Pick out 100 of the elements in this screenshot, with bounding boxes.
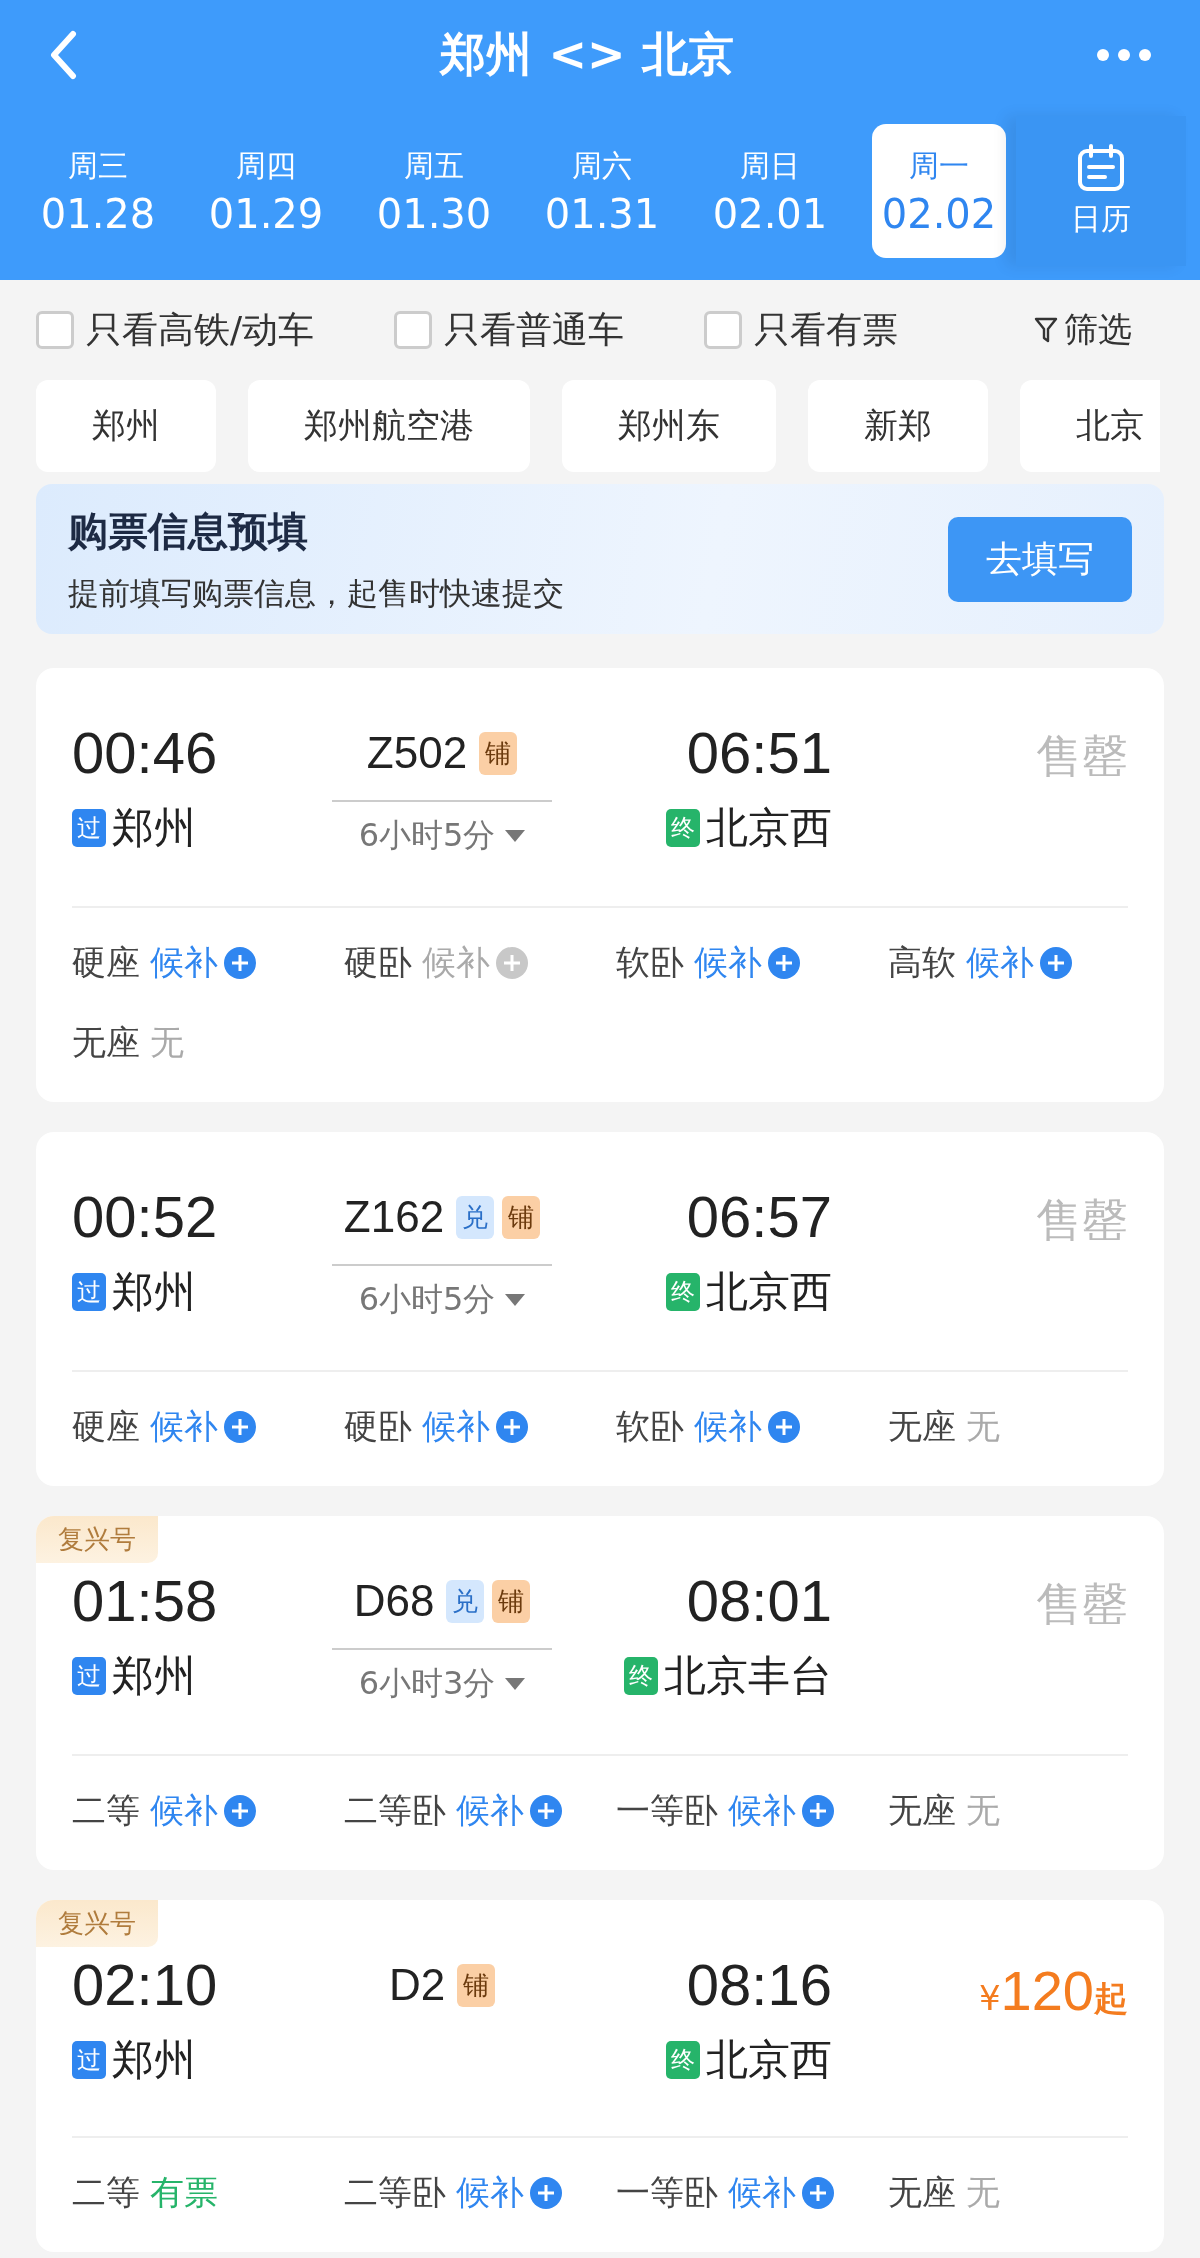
train-tag: 铺 — [457, 1963, 496, 2007]
train-card[interactable]: 复兴号 01:58 过 郑州 D68 兑 铺 6小时3分 08:01 终 北京丰台 售罄 二等 候补 二等卧 候补 一等卧 候补 无座 无 — [36, 1516, 1164, 1870]
departure-time: 00:46 — [72, 719, 219, 787]
seat-class: 软卧 — [616, 941, 684, 984]
filter-checkbox[interactable]: 只看有票 — [704, 305, 899, 355]
station-chip[interactable]: 北京 — [1020, 380, 1160, 472]
seat-class: 一等卧 — [616, 1789, 718, 1832]
train-tag: 兑 — [456, 1195, 495, 1239]
departure-station: 郑州 — [112, 1265, 196, 1318]
sold-out-text: 售罄 — [1036, 728, 1128, 785]
departure-time: 02:10 — [72, 1951, 219, 2019]
seat-class: 高软 — [888, 941, 956, 984]
train-tag: 铺 — [479, 731, 518, 775]
seat-class: 硬座 — [72, 1405, 140, 1448]
departure-station: 郑州 — [112, 801, 196, 854]
station-chip[interactable]: 郑州东 — [562, 380, 776, 472]
station-chip[interactable]: 郑州航空港 — [248, 380, 530, 472]
seat-class: 二等 — [72, 1789, 140, 1832]
train-card[interactable]: 00:46 过 郑州 Z502 铺 6小时5分 06:51 终 北京西 售罄 硬座 候补 硬卧 候补 软卧 候补 高软 候补 无座 无 — [36, 668, 1164, 1102]
checkbox[interactable] — [704, 311, 743, 349]
seat-status: 候补 — [694, 941, 762, 984]
more-icon[interactable] — [1096, 48, 1152, 62]
seat-status: 候补 — [150, 1405, 218, 1448]
seat-class: 无座 — [888, 1405, 956, 1448]
station-badge: 终 — [666, 808, 700, 847]
checkbox[interactable] — [394, 311, 433, 349]
departure-station: 郑州 — [112, 1649, 196, 1702]
train-type-label: 复兴号 — [36, 1516, 158, 1563]
seat-class: 硬座 — [72, 941, 140, 984]
plus-icon[interactable] — [1040, 947, 1072, 979]
plus-icon[interactable] — [768, 947, 800, 979]
calendar-icon — [1076, 142, 1126, 193]
plus-icon[interactable] — [802, 1795, 834, 1827]
seat-status: 无 — [150, 1021, 184, 1064]
station-badge: 终 — [666, 1272, 700, 1311]
station-badge: 过 — [72, 2040, 106, 2079]
arrival-time: 08:01 — [686, 1567, 832, 1635]
train-type-label: 复兴号 — [36, 1900, 158, 1947]
banner-subtitle: 提前填写购票信息，起售时快速提交 — [68, 573, 564, 613]
station-badge: 过 — [72, 808, 106, 847]
plus-icon[interactable] — [224, 1411, 256, 1443]
station-badge: 终 — [666, 2040, 700, 2079]
station-badge: 终 — [624, 1656, 658, 1695]
seat-class: 无座 — [72, 1021, 140, 1064]
plus-icon[interactable] — [802, 2176, 834, 2209]
departure-time: 01:58 — [72, 1567, 219, 1635]
seat-class: 硬卧 — [344, 941, 412, 984]
filter-button[interactable]: 筛选 — [1034, 307, 1132, 353]
plus-icon[interactable] — [224, 947, 256, 979]
seat-class: 无座 — [888, 2170, 956, 2214]
plus-icon[interactable] — [496, 1411, 528, 1443]
caret-icon[interactable] — [505, 1678, 526, 1690]
arrival-time: 08:16 — [686, 1951, 832, 2019]
date-tab[interactable]: 周一 02.02 — [872, 124, 1006, 258]
duration: 6小时3分 — [358, 1663, 496, 1704]
train-tag: 铺 — [502, 1195, 541, 1239]
seat-status: 候补 — [150, 1789, 218, 1832]
caret-icon[interactable] — [505, 1294, 526, 1306]
filter-icon — [1034, 316, 1058, 344]
seat-class: 软卧 — [616, 1405, 684, 1448]
seat-status: 候补 — [422, 941, 490, 984]
caret-icon[interactable] — [505, 830, 526, 842]
filter-checkbox[interactable]: 只看高铁/动车 — [36, 305, 315, 355]
seat-status: 候补 — [456, 2170, 524, 2214]
plus-icon[interactable] — [530, 1795, 562, 1827]
station-badge: 过 — [72, 1656, 106, 1695]
seat-status: 候补 — [728, 1789, 796, 1832]
back-icon[interactable] — [48, 30, 78, 80]
seat-class: 二等 — [72, 2170, 140, 2214]
arrival-station: 北京西 — [706, 2033, 832, 2086]
seat-status: 候补 — [422, 1405, 490, 1448]
arrival-station: 北京丰台 — [664, 1649, 832, 1702]
plus-icon[interactable] — [530, 2176, 562, 2209]
train-tag: 铺 — [492, 1579, 531, 1623]
sold-out-text: 售罄 — [1036, 1576, 1128, 1633]
filter-checkbox[interactable]: 只看普通车 — [394, 305, 625, 355]
station-badge: 过 — [72, 1272, 106, 1311]
train-card[interactable]: 00:52 过 郑州 Z162 兑 铺 6小时5分 06:57 终 北京西 售罄 硬座 候补 硬卧 候补 软卧 候补 无座 无 — [36, 1132, 1164, 1486]
checkbox[interactable] — [36, 311, 74, 349]
seat-status: 候补 — [966, 941, 1034, 984]
seat-class: 一等卧 — [616, 2170, 718, 2214]
arrival-station: 北京西 — [706, 801, 832, 854]
train-number: D2 — [388, 1960, 446, 2010]
plus-icon[interactable] — [768, 1411, 800, 1443]
seat-class: 二等卧 — [344, 2170, 446, 2214]
station-chip[interactable]: 郑州 — [36, 380, 216, 472]
arrival-time: 06:57 — [686, 1183, 832, 1251]
price: ¥120起 — [978, 1958, 1128, 2023]
seat-status: 候补 — [728, 2170, 796, 2214]
station-chip[interactable]: 新郑 — [808, 380, 988, 472]
plus-icon[interactable] — [224, 1795, 256, 1827]
seat-status: 候补 — [694, 1405, 762, 1448]
departure-time: 00:52 — [72, 1183, 219, 1251]
seat-status: 候补 — [150, 941, 218, 984]
train-card[interactable]: 复兴号 02:10 过 郑州 D2 铺 08:16 终 北京西 ¥120起 二等 有票 二等卧 候补 一等卧 候补 无座 无 — [36, 1900, 1164, 2252]
train-number: Z502 — [366, 728, 468, 778]
arrival-station: 北京西 — [706, 1265, 832, 1318]
duration: 6小时5分 — [358, 1279, 496, 1320]
departure-station: 郑州 — [112, 2033, 196, 2086]
seat-class: 二等卧 — [344, 1789, 446, 1832]
